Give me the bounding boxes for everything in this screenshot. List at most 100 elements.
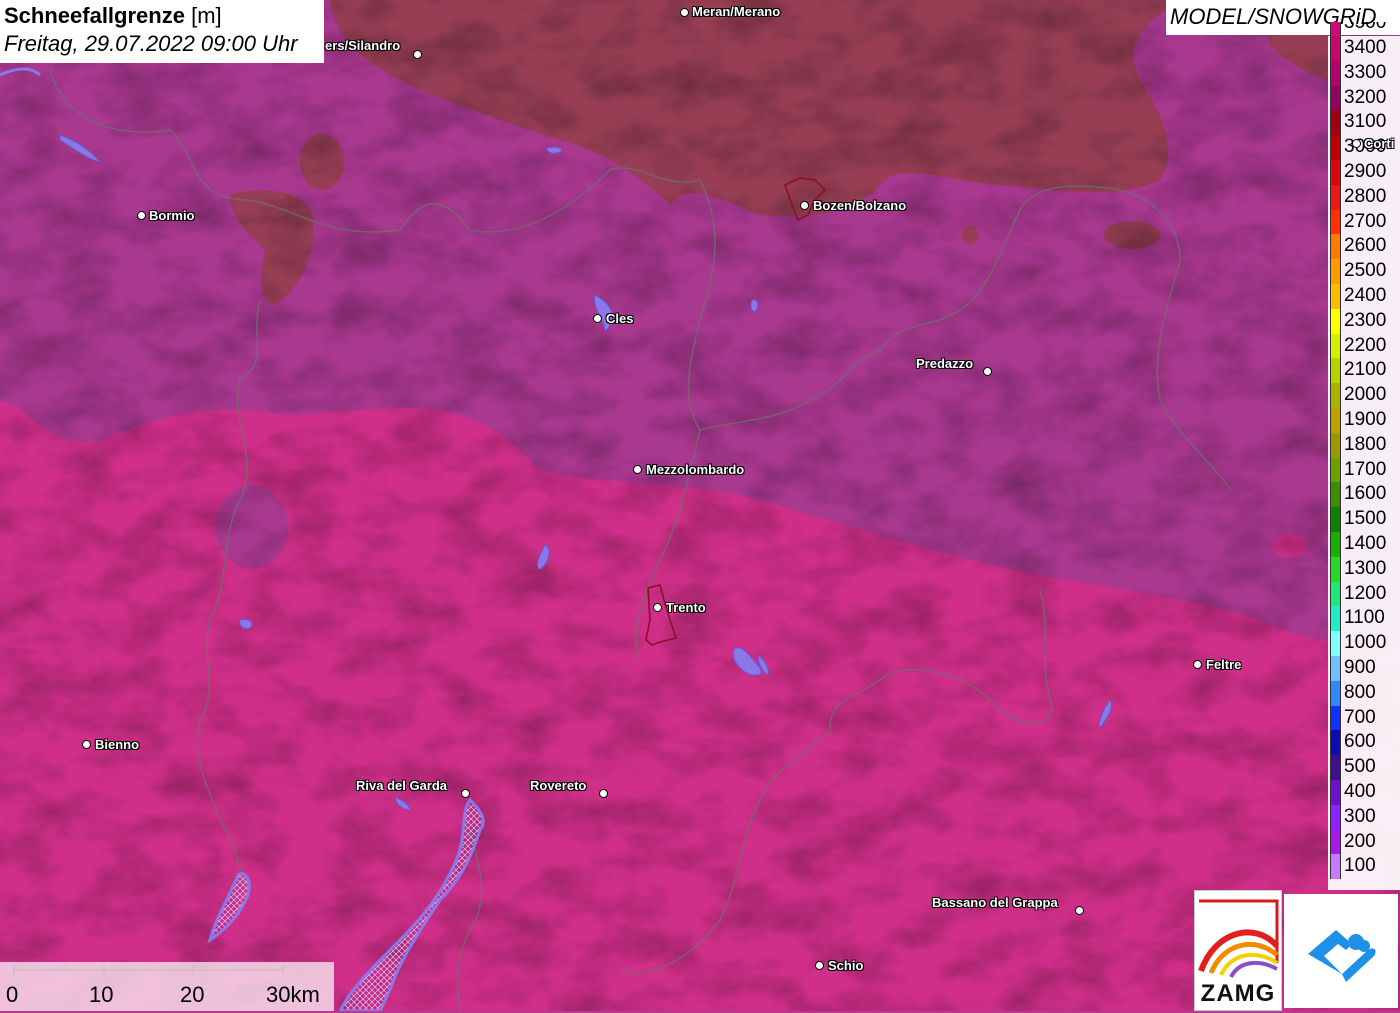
legend-swatch [1330, 333, 1341, 359]
city-dot-mezzolombardo[interactable] [633, 465, 642, 474]
legend-row-2600: 2600 [1328, 234, 1400, 260]
legend-label: 1900 [1344, 409, 1387, 430]
legend-row-2300: 2300 [1328, 308, 1400, 334]
title-text: Schneefallgrenze [4, 3, 185, 28]
legend-row-1500: 1500 [1328, 507, 1400, 532]
legend-row-2000: 2000 [1328, 383, 1400, 408]
city-label-rovereto[interactable]: Rovereto [530, 778, 586, 793]
city-dot-rovereto[interactable] [599, 789, 608, 798]
legend-row-300: 300 [1328, 804, 1400, 830]
legend-row-400: 400 [1328, 780, 1400, 805]
legend-row-2900: 2900 [1328, 160, 1400, 185]
legend-row-100: 100 [1328, 854, 1400, 880]
legend-swatch [1330, 581, 1341, 607]
city-dot-bolzano[interactable] [800, 201, 809, 210]
city-dot-riva[interactable] [461, 789, 470, 798]
city-dot-bienno[interactable] [82, 740, 91, 749]
legend-swatch [1330, 358, 1341, 384]
legend-swatch [1330, 656, 1341, 681]
map-title-box: Schneefallgrenze [m] Freitag, 29.07.2022… [0, 0, 324, 63]
legend-row-3400: 3400 [1328, 36, 1400, 61]
legend-label: 2700 [1344, 210, 1387, 232]
legend-label: 2900 [1344, 161, 1387, 182]
legend-swatch [1330, 631, 1341, 656]
legend-swatch [1330, 482, 1341, 508]
legend-label: 3300 [1344, 61, 1387, 83]
legend-label: 1500 [1344, 508, 1387, 530]
city-label-cles[interactable]: Cles [606, 311, 633, 326]
zamg-logo-text: ZAMG [1200, 980, 1276, 1007]
snowline-map[interactable] [0, 0, 1400, 1011]
city-label-bienno[interactable]: Bienno [95, 737, 139, 752]
legend-swatch [1330, 532, 1341, 557]
legend-label: 700 [1344, 706, 1376, 728]
legend-row-3100: 3100 [1328, 110, 1400, 136]
city-label-trento[interactable]: Trento [666, 600, 706, 615]
legend-swatch [1330, 507, 1341, 532]
city-dot-silandro[interactable] [413, 50, 422, 59]
city-dot-feltre[interactable] [1193, 660, 1202, 669]
legend-swatch [1330, 184, 1341, 210]
legend-swatch [1330, 85, 1341, 111]
city-dot-corti[interactable] [1352, 139, 1361, 148]
city-label-corti[interactable]: Corti [1364, 136, 1394, 151]
legend-row-2500: 2500 [1328, 259, 1400, 284]
legend-swatch [1330, 383, 1341, 408]
city-dot-trento[interactable] [653, 603, 662, 612]
legend-label: 900 [1344, 657, 1376, 678]
legend-label: 500 [1344, 756, 1376, 778]
legend-row-3300: 3300 [1328, 60, 1400, 86]
legend-swatch [1330, 308, 1341, 334]
city-label-riva[interactable]: Riva del Garda [356, 778, 447, 793]
city-label-silandro[interactable]: ers/Silandro [325, 38, 400, 53]
city-label-bolzano[interactable]: Bozen/Bolzano [813, 198, 906, 213]
zamg-logo: ZAMG [1194, 890, 1282, 1011]
legend-row-2700: 2700 [1328, 209, 1400, 235]
legend-swatch [1330, 22, 1341, 36]
legend-label: 2800 [1344, 185, 1387, 207]
city-dot-predazzo[interactable] [983, 367, 992, 376]
legend-label: 2100 [1344, 359, 1387, 381]
city-dot-cles[interactable] [593, 314, 602, 323]
legend-swatch [1330, 755, 1341, 780]
legend-row-2200: 2200 [1328, 333, 1400, 359]
legend-label: 1000 [1344, 632, 1387, 654]
map-title: Schneefallgrenze [m] [4, 2, 320, 30]
city-label-bassano[interactable]: Bassano del Grappa [932, 895, 1058, 910]
color-legend: 3500 3400 3300 3200 3100 3000 2900 2800 2700 260… [1328, 22, 1400, 890]
city-label-predazzo[interactable]: Predazzo [916, 356, 973, 371]
legend-row-1900: 1900 [1328, 408, 1400, 433]
legend-row-900: 900 [1328, 656, 1400, 681]
legend-label: 1700 [1344, 458, 1387, 480]
legend-swatch [1330, 432, 1341, 458]
city-label-mezzolombardo[interactable]: Mezzolombardo [646, 462, 744, 477]
legend-swatch [1330, 160, 1341, 185]
legend-label: 2000 [1344, 384, 1387, 406]
legend-label: 3100 [1344, 111, 1387, 133]
city-dot-schio[interactable] [815, 961, 824, 970]
legend-row-1300: 1300 [1328, 556, 1400, 582]
legend-swatch [1330, 209, 1341, 235]
legend-swatch [1330, 606, 1341, 632]
legend-swatch [1330, 705, 1341, 731]
city-dot-bormio[interactable] [137, 211, 146, 220]
legend-swatch [1330, 556, 1341, 582]
city-label-bormio[interactable]: Bormio [149, 208, 195, 223]
legend-row-600: 600 [1328, 730, 1400, 756]
legend-row-1000: 1000 [1328, 631, 1400, 656]
legend-label: 600 [1344, 731, 1376, 753]
city-label-feltre[interactable]: Feltre [1206, 657, 1241, 672]
legend-swatch [1330, 259, 1341, 284]
legend-row-1200: 1200 [1328, 581, 1400, 607]
legend-row-2400: 2400 [1328, 284, 1400, 309]
scale-bar: 0 10 20 30km [0, 962, 334, 1011]
city-dot-merano[interactable] [680, 8, 689, 17]
city-label-merano[interactable]: Meran/Merano [692, 4, 780, 19]
city-label-schio[interactable]: Schio [828, 958, 863, 973]
legend-row-partial: 3500 [1328, 22, 1400, 36]
legend-row-700: 700 [1328, 705, 1400, 731]
scale-label-20: 20 [180, 982, 205, 1007]
city-dot-bassano[interactable] [1075, 906, 1084, 915]
title-unit: [m] [191, 3, 222, 28]
legend-row-1700: 1700 [1328, 457, 1400, 483]
